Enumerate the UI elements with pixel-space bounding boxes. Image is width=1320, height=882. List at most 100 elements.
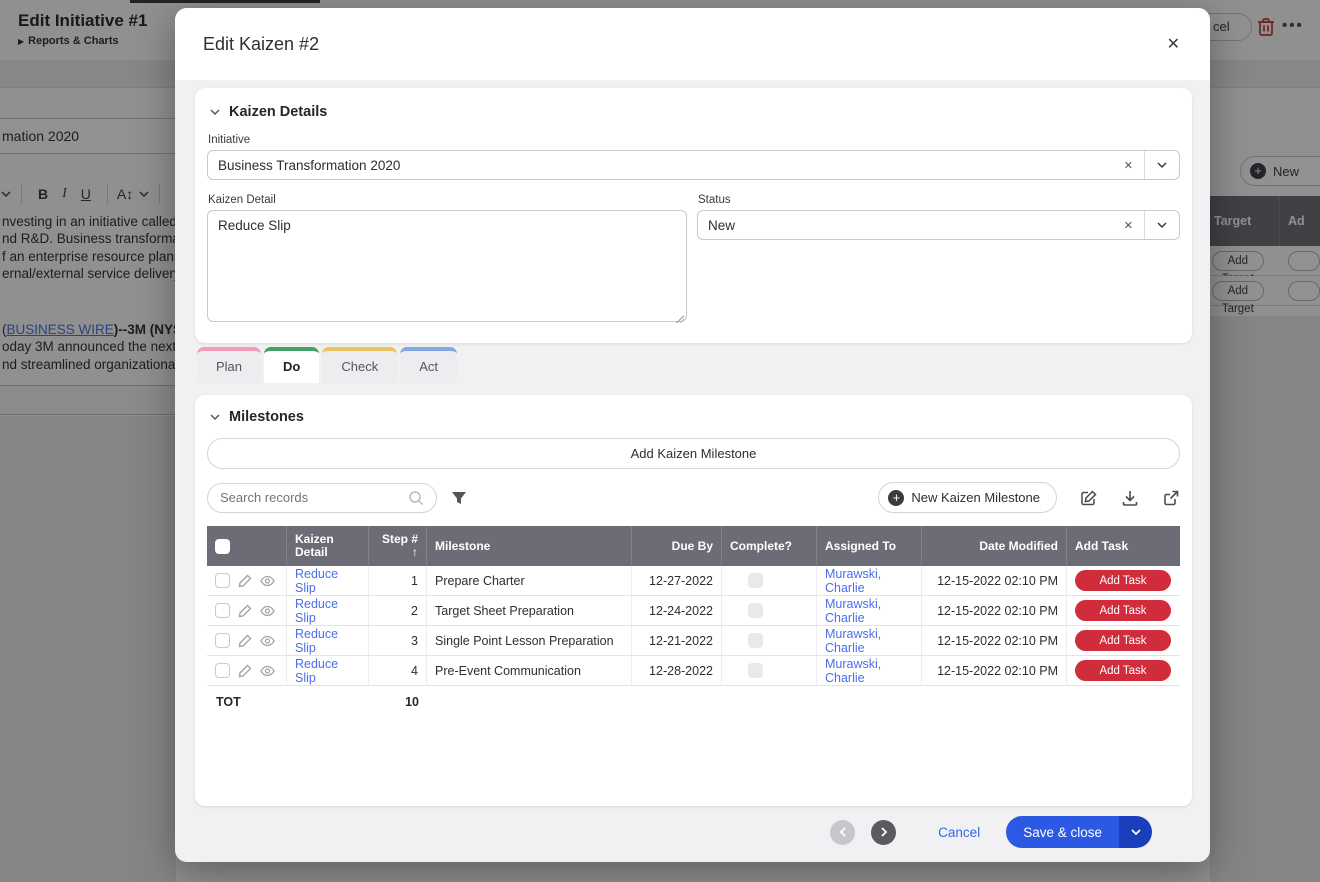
complete-checkbox[interactable] xyxy=(748,633,763,648)
due-by-date: 12-24-2022 xyxy=(632,596,722,625)
edit-note-icon[interactable] xyxy=(1080,489,1098,507)
chevron-down-icon xyxy=(1130,826,1142,838)
add-kaizen-milestone-button[interactable]: Add Kaizen Milestone xyxy=(207,438,1180,469)
clear-icon[interactable]: ✕ xyxy=(1113,219,1144,232)
close-icon[interactable]: ✕ xyxy=(1167,34,1180,54)
add-task-button[interactable]: Add Task xyxy=(1075,600,1171,621)
initiative-field: ✕ xyxy=(207,150,1180,180)
chevron-down-icon xyxy=(1156,159,1168,171)
date-modified: 12-15-2022 02:10 PM xyxy=(922,596,1067,625)
complete-checkbox[interactable] xyxy=(748,603,763,618)
dropdown-toggle[interactable] xyxy=(1145,219,1179,231)
step-number: 4 xyxy=(369,656,427,685)
column-assigned-to[interactable]: Assigned To xyxy=(817,526,922,566)
cancel-button[interactable]: Cancel xyxy=(938,825,980,840)
eye-icon[interactable] xyxy=(260,635,275,647)
chevron-down-icon xyxy=(1156,219,1168,231)
kaizen-detail-link[interactable]: Reduce Slip xyxy=(295,597,360,625)
add-task-button[interactable]: Add Task xyxy=(1075,660,1171,681)
clear-icon[interactable]: ✕ xyxy=(1113,159,1144,172)
table-row: Reduce Slip 3 Single Point Lesson Prepar… xyxy=(207,626,1180,656)
column-complete[interactable]: Complete? xyxy=(722,526,817,566)
row-checkbox[interactable] xyxy=(215,603,230,618)
assigned-to-link[interactable]: Murawski, Charlie xyxy=(825,657,913,685)
previous-record-button[interactable] xyxy=(830,820,855,845)
row-checkbox[interactable] xyxy=(215,573,230,588)
kaizen-details-section-header[interactable]: Kaizen Details xyxy=(207,104,1180,120)
column-due-by[interactable]: Due By xyxy=(632,526,722,566)
date-modified: 12-15-2022 02:10 PM xyxy=(922,626,1067,655)
pencil-icon[interactable] xyxy=(238,574,252,588)
dropdown-toggle[interactable] xyxy=(1145,159,1179,171)
step-number: 3 xyxy=(369,626,427,655)
due-by-date: 12-27-2022 xyxy=(632,566,722,595)
kaizen-detail-label: Kaizen Detail xyxy=(208,194,687,206)
pencil-icon[interactable] xyxy=(238,634,252,648)
search-icon xyxy=(408,490,424,506)
add-task-button[interactable]: Add Task xyxy=(1075,570,1171,591)
column-add-task: Add Task xyxy=(1067,526,1180,566)
row-checkbox[interactable] xyxy=(215,633,230,648)
initiative-input[interactable] xyxy=(208,151,1113,179)
tab-do[interactable]: Do xyxy=(264,347,319,383)
kaizen-detail-textarea[interactable]: Reduce Slip xyxy=(207,210,687,322)
total-value: 10 xyxy=(287,695,427,709)
assigned-to-link[interactable]: Murawski, Charlie xyxy=(825,567,913,595)
modal-header: Edit Kaizen #2 ✕ xyxy=(175,8,1210,80)
eye-icon[interactable] xyxy=(260,665,275,677)
due-by-date: 12-28-2022 xyxy=(632,656,722,685)
chevron-down-icon xyxy=(209,411,221,423)
pencil-icon[interactable] xyxy=(238,664,252,678)
column-date-modified[interactable]: Date Modified xyxy=(922,526,1067,566)
chevron-down-icon xyxy=(209,106,221,118)
totals-row: TOT 10 xyxy=(207,695,1180,709)
milestones-card: Milestones Add Kaizen Milestone + New Ka… xyxy=(195,395,1192,806)
step-number: 2 xyxy=(369,596,427,625)
new-kaizen-milestone-button[interactable]: + New Kaizen Milestone xyxy=(878,482,1057,513)
next-record-button[interactable] xyxy=(871,820,896,845)
status-label: Status xyxy=(698,194,1180,206)
milestones-table: Kaizen Detail Step # ↑ Milestone Due By … xyxy=(207,526,1180,709)
filter-icon[interactable] xyxy=(451,490,467,506)
kaizen-detail-link[interactable]: Reduce Slip xyxy=(295,627,360,655)
download-icon[interactable] xyxy=(1121,489,1139,507)
complete-checkbox[interactable] xyxy=(748,573,763,588)
date-modified: 12-15-2022 02:10 PM xyxy=(922,656,1067,685)
table-row: Reduce Slip 2 Target Sheet Preparation 1… xyxy=(207,596,1180,626)
pencil-icon[interactable] xyxy=(238,604,252,618)
add-task-button[interactable]: Add Task xyxy=(1075,630,1171,651)
column-kaizen-detail[interactable]: Kaizen Detail xyxy=(287,526,369,566)
tab-plan[interactable]: Plan xyxy=(197,347,261,383)
assigned-to-link[interactable]: Murawski, Charlie xyxy=(825,627,913,655)
milestone-name: Prepare Charter xyxy=(427,566,632,595)
modal-title: Edit Kaizen #2 xyxy=(203,34,1167,55)
complete-checkbox[interactable] xyxy=(748,663,763,678)
eye-icon[interactable] xyxy=(260,605,275,617)
total-label: TOT xyxy=(207,695,287,709)
milestone-name: Single Point Lesson Preparation xyxy=(427,626,632,655)
status-input[interactable] xyxy=(698,211,1113,239)
row-checkbox[interactable] xyxy=(215,663,230,678)
kaizen-detail-link[interactable]: Reduce Slip xyxy=(295,657,360,685)
kaizen-detail-link[interactable]: Reduce Slip xyxy=(295,567,360,595)
assigned-to-link[interactable]: Murawski, Charlie xyxy=(825,597,913,625)
milestones-section-header[interactable]: Milestones xyxy=(207,409,1180,425)
arrow-right-icon xyxy=(878,826,890,838)
milestones-toolbar: + New Kaizen Milestone xyxy=(207,482,1180,513)
status-field: ✕ xyxy=(697,210,1180,240)
search-input[interactable] xyxy=(220,490,408,505)
select-all-checkbox[interactable] xyxy=(215,539,230,554)
save-options-dropdown[interactable] xyxy=(1119,816,1152,848)
column-milestone[interactable]: Milestone xyxy=(427,526,632,566)
tab-check[interactable]: Check xyxy=(322,347,397,383)
arrow-left-icon xyxy=(837,826,849,838)
external-link-icon[interactable] xyxy=(1162,489,1180,507)
initiative-label: Initiative xyxy=(208,134,1180,146)
column-step-sorted[interactable]: Step # ↑ xyxy=(369,526,427,566)
search-field xyxy=(207,483,437,513)
save-and-close-button[interactable]: Save & close xyxy=(1006,816,1152,848)
eye-icon[interactable] xyxy=(260,575,275,587)
edit-kaizen-modal: Edit Kaizen #2 ✕ Kaizen Details Initiati… xyxy=(175,8,1210,862)
save-and-close-label[interactable]: Save & close xyxy=(1006,816,1119,848)
tab-act[interactable]: Act xyxy=(400,347,457,383)
